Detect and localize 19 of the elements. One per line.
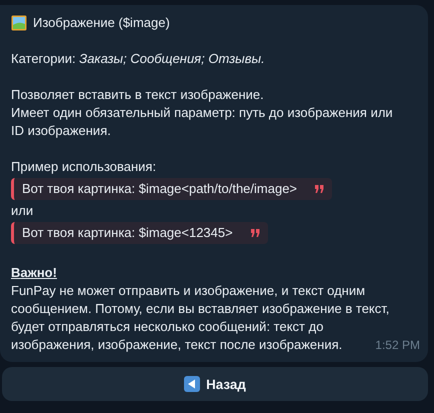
important-line: FunPay не может отправить и изображение, и текст одним	[11, 282, 366, 300]
description-line: Имеет один обязательный параметр: путь до изображения или	[11, 104, 393, 122]
back-button[interactable]: Назад	[2, 367, 428, 401]
quote-icon	[315, 185, 324, 193]
important-line: изображения, изображение, текст после изображения.	[11, 336, 342, 354]
description-line: Позволяет вставить в текст изображение.	[11, 86, 264, 104]
code-quote: Вот твоя картинка: $image<path/to/the/image>	[11, 178, 332, 200]
code-quote: Вот твоя картинка: $image<12345>	[11, 222, 268, 244]
message-time: 1:52 PM	[375, 337, 420, 354]
message-title: Изображение ($image)	[33, 14, 170, 32]
description-line: ID изображения.	[11, 122, 111, 140]
picture-frame-icon	[11, 15, 27, 31]
separator-text: или	[11, 202, 34, 220]
quote-icon	[250, 229, 260, 237]
important-line: сообщением. Потому, если вы вставляет изображение в текст,	[11, 300, 390, 318]
categories-text: Категории: Заказы; Сообщения; Отзывы.	[11, 50, 265, 68]
important-heading: Важно!	[11, 264, 58, 282]
important-line: будет отправляться несколько сообщений: текст до	[11, 318, 324, 336]
example-label: Пример использования:	[11, 158, 156, 176]
